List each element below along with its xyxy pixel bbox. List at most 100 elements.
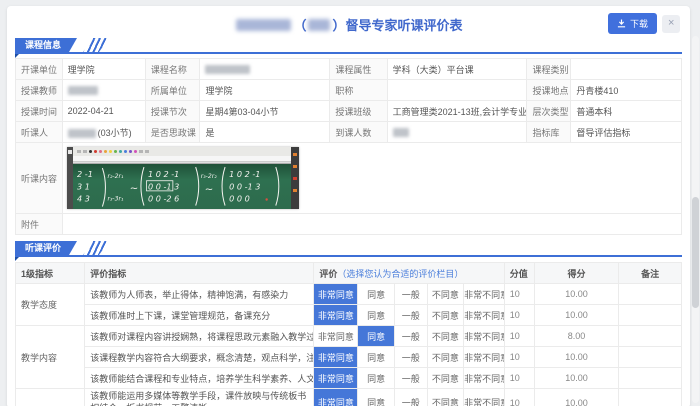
download-button[interactable]: 下载 [608, 13, 657, 34]
blackboard-screenshot[interactable]: 2 -1 3 1 4 3 r₂-2r₁ r₃-3r₁ ~ 1 0 [67, 147, 299, 209]
score-value: 10 [504, 284, 534, 305]
info-label: 授课节次 [145, 101, 200, 122]
tool-icon [77, 150, 81, 153]
option-disagree[interactable]: 不同意 [427, 305, 464, 326]
option-neutral[interactable]: 一般 [394, 368, 427, 389]
option-strongly-agree[interactable]: 非常同意 [314, 389, 358, 406]
info-value: 是 [200, 122, 330, 143]
group-teaching-attitude: 教学态度 [16, 284, 85, 326]
option-disagree[interactable]: 不同意 [427, 389, 464, 406]
option-strongly-disagree[interactable]: 非常不同意 [464, 326, 505, 347]
title-text: （ [293, 18, 306, 33]
option-neutral[interactable]: 一般 [394, 305, 427, 326]
score-value: 10 [504, 368, 534, 389]
option-agree[interactable]: 同意 [358, 305, 395, 326]
option-strongly-disagree[interactable]: 非常不同意 [464, 284, 505, 305]
indicator-text: 该教师为人师表，举止得体，精神饱满，有感染力 [85, 284, 314, 305]
option-agree[interactable]: 同意 [358, 368, 395, 389]
option-strongly-agree[interactable]: 非常同意 [314, 284, 358, 305]
svg-text:0 0 0: 0 0 0 [229, 194, 250, 204]
indicator-text: 该教师对课程内容讲授娴熟，将课程思政元素融入教学过程中 [85, 326, 314, 347]
redacted-term [308, 19, 330, 31]
svg-text:2 -1: 2 -1 [77, 170, 93, 180]
svg-text:4 3: 4 3 [77, 194, 90, 204]
page-thumb-icon [68, 150, 72, 154]
indicator-text: 该教师能运用多媒体等教学手段，课件放映与传统板书相结合，板书规范，工整清晰 [85, 389, 314, 406]
scroll-marker [293, 165, 297, 168]
pen-color-icon [94, 150, 97, 153]
option-strongly-disagree[interactable]: 非常不同意 [464, 389, 505, 406]
attachment-value [62, 214, 681, 235]
option-neutral[interactable]: 一般 [394, 284, 427, 305]
option-disagree[interactable]: 不同意 [427, 347, 464, 368]
evaluation-row: 该教师准时上下课，课堂管理规范，备课充分 非常同意 同意 一般 不同意 非常不同… [16, 305, 682, 326]
info-value: 星期4第03-04小节 [200, 101, 330, 122]
scroll-marker [293, 177, 297, 180]
evaluation-row: 教学态度 该教师为人师表，举止得体，精神饱满，有感染力 非常同意 同意 一般 不… [16, 284, 682, 305]
pen-color-icon [89, 150, 92, 153]
option-neutral[interactable]: 一般 [394, 389, 427, 406]
section-title: 课程信息 [15, 38, 77, 52]
col-header-points: 得分 [534, 263, 619, 284]
info-label: 是否思政课 [145, 122, 200, 143]
svg-text:r₂-2r₁: r₂-2r₁ [107, 174, 123, 181]
svg-text:1 0 2 -1: 1 0 2 -1 [229, 170, 260, 180]
option-strongly-agree[interactable]: 非常同意 [314, 347, 358, 368]
option-disagree[interactable]: 不同意 [427, 284, 464, 305]
info-row: 开课单位 理学院 课程名称 课程属性 学科（大类）平台课 课程类别 [16, 59, 682, 80]
option-strongly-disagree[interactable]: 非常不同意 [464, 368, 505, 389]
page-scrollbar [692, 36, 699, 403]
download-label: 下载 [630, 17, 648, 30]
scroll-marker [293, 189, 297, 192]
redacted-school-name [236, 19, 291, 31]
svg-text:3 1: 3 1 [77, 182, 90, 192]
tool-icon [145, 150, 149, 153]
page-title: （）督导专家听课评价表 [15, 6, 682, 34]
evaluation-banner: 听课评价 [15, 241, 682, 258]
option-agree[interactable]: 同意 [358, 326, 395, 347]
svg-text:0 0 -1 3: 0 0 -1 3 [148, 182, 179, 192]
option-agree[interactable]: 同意 [358, 347, 395, 368]
info-value: 理学院 [62, 59, 145, 80]
info-value [571, 59, 682, 80]
close-button[interactable]: × [662, 15, 680, 33]
pen-color-icon [99, 150, 102, 153]
option-strongly-agree[interactable]: 非常同意 [314, 305, 358, 326]
info-value-attendance [387, 122, 527, 143]
screenshot-left-sidebar [67, 147, 73, 209]
course-info-table: 开课单位 理学院 课程名称 课程属性 学科（大类）平台课 课程类别 授课教师 所… [15, 58, 682, 235]
title-text: ） [332, 18, 345, 33]
option-strongly-agree[interactable]: 非常同意 [314, 326, 358, 347]
svg-text:1 0 2 -1: 1 0 2 -1 [148, 170, 179, 180]
evaluation-form-page: （）督导专家听课评价表 下载 × 课程信息 开课单位 [0, 0, 700, 406]
points-value: 8.00 [534, 326, 619, 347]
points-value: 10.00 [534, 347, 619, 368]
info-value: 工商管理类2021-13班,会计学专业ACCA方 [387, 101, 527, 122]
info-label: 附件 [16, 214, 63, 235]
evaluation-row: 教学方法 该教师能运用多媒体等教学手段，课件放映与传统板书相结合，板书规范，工整… [16, 389, 682, 406]
screenshot-main: 2 -1 3 1 4 3 r₂-2r₁ r₃-3r₁ ~ 1 0 [73, 147, 291, 209]
option-agree[interactable]: 同意 [358, 389, 395, 406]
option-agree[interactable]: 同意 [358, 284, 395, 305]
info-label: 职称 [330, 80, 387, 101]
option-strongly-agree[interactable]: 非常同意 [314, 368, 358, 389]
banner-stripes-decoration [79, 38, 109, 52]
scrollbar-thumb[interactable] [692, 197, 699, 307]
redacted-text [68, 86, 98, 95]
option-neutral[interactable]: 一般 [394, 326, 427, 347]
option-strongly-disagree[interactable]: 非常不同意 [464, 347, 505, 368]
redacted-text [68, 129, 96, 138]
option-strongly-disagree[interactable]: 非常不同意 [464, 305, 505, 326]
option-disagree[interactable]: 不同意 [427, 368, 464, 389]
option-disagree[interactable]: 不同意 [427, 326, 464, 347]
close-icon: × [668, 17, 674, 29]
eval-header-note: （选择您认为合适的评价栏目） [337, 269, 463, 279]
col-header-remark: 备注 [619, 263, 682, 284]
col-header-eval: 评价（选择您认为合适的评价栏目） [314, 263, 504, 284]
content-row: 听课内容 [16, 143, 682, 214]
course-info-section: 课程信息 开课单位 理学院 课程名称 课程属性 学科（大类）平台课 课程类别 [15, 38, 682, 235]
remark-cell [619, 326, 682, 347]
header-buttons: 下载 × [608, 13, 680, 34]
indicator-text: 该教师能结合课程和专业特点，培养学生科学素养、人文情怀 [85, 368, 314, 389]
option-neutral[interactable]: 一般 [394, 347, 427, 368]
